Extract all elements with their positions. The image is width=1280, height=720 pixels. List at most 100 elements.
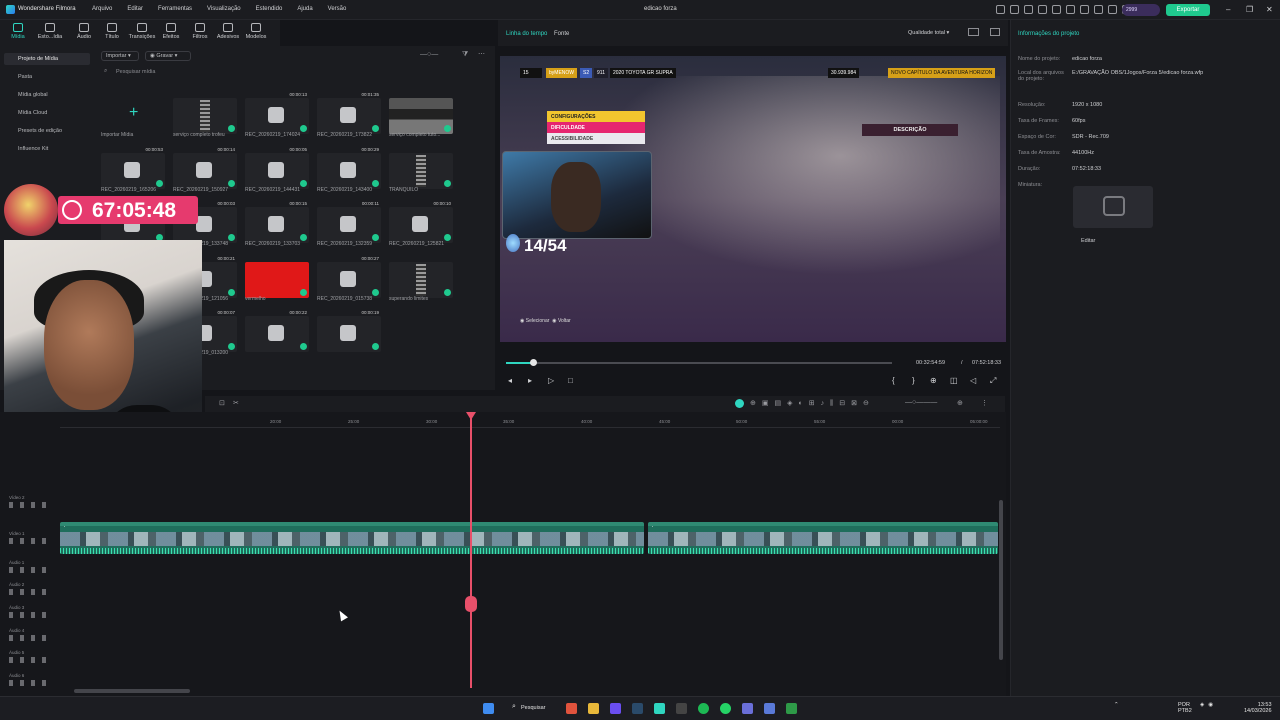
menu-item-versao[interactable]: Versão [328,6,347,12]
thumbnail-preview[interactable] [1073,186,1153,228]
playhead-scissors-icon[interactable] [465,596,477,612]
timeline-horizontal-scrollbar[interactable] [74,689,190,693]
split-icon[interactable]: ✂ [233,399,239,407]
menu-item-ajuda[interactable]: Ajuda [297,6,312,12]
import-media-tile[interactable]: + [101,98,165,134]
maximize-icon[interactable]: ❐ [1246,5,1253,14]
video-preview[interactable]: 15 byMENOW S2 911 2020 TOYOTA GR SUPRA 3… [500,56,1006,342]
track-control-icons[interactable] [9,567,49,573]
track-control-icons[interactable] [9,538,49,544]
media-tile[interactable]: 00:00:05 [245,147,309,189]
edit-thumbnail-button[interactable]: Editar [1081,238,1095,244]
tab-title[interactable]: Título [98,23,126,40]
media-tile[interactable]: 00:00:13 [245,92,309,134]
tab-filters[interactable]: Filtros [186,23,214,40]
menu-item-ferramentas[interactable]: Ferramentas [158,6,192,12]
menu-item-arquivo[interactable]: Arquivo [92,6,112,12]
snapshot-icon[interactable] [990,28,1000,36]
track-control-icons[interactable] [9,657,49,663]
media-tile[interactable] [389,153,453,189]
timeline-ruler[interactable] [60,414,1000,428]
track-control-icons[interactable] [9,612,49,618]
media-tile[interactable]: 00:00:29 [317,147,381,189]
credits-badge[interactable]: 2999 [1122,4,1160,16]
filmora-taskbar-icon[interactable] [654,703,665,714]
media-tile[interactable]: 00:01:35 [317,92,381,134]
zoom-in-icon[interactable]: ⊕ [957,399,963,407]
ai-tool-icon[interactable] [735,399,744,408]
media-tile[interactable] [245,262,309,298]
media-tile[interactable]: 00:00:53 [101,147,165,189]
tray-icons[interactable]: ◈◉ [1200,702,1217,708]
zoom-slider-icon[interactable]: —○— [420,51,438,58]
list-icon[interactable] [1094,5,1103,14]
media-search-input[interactable]: Pesquisar mídia [103,66,483,78]
more-icon[interactable]: ⋯ [478,50,485,58]
tab-templates[interactable]: Modelos [242,23,270,40]
zoom-icon[interactable]: ⊕ [930,376,937,385]
video-clip[interactable]: p1 [648,522,998,554]
discord-icon[interactable] [610,703,621,714]
tree-item-folder[interactable]: Pasta [18,74,32,80]
clock[interactable]: 13:53 14/03/2026 [1244,702,1272,714]
media-tile[interactable] [173,98,237,134]
app-icon[interactable] [764,703,775,714]
steam-icon[interactable] [632,703,643,714]
windows-start-icon[interactable] [483,703,494,714]
menu-item-visualizacao[interactable]: Visualização [207,6,241,12]
brave-icon[interactable] [566,703,577,714]
track-control-icons[interactable] [9,635,49,641]
progress-knob[interactable] [530,359,538,366]
app-icon[interactable] [742,703,753,714]
quality-dropdown[interactable]: Qualidade total ▾ [908,30,949,36]
mark-out-icon[interactable]: } [912,376,915,385]
tree-item-project-media[interactable]: Projeto de Mídia [4,53,90,65]
whatsapp-icon[interactable] [720,703,731,714]
crop-icon[interactable]: ⊡ [219,399,225,407]
tab-transitions[interactable]: Transições [128,23,156,40]
tab-audio[interactable]: Áudio [70,23,98,40]
language-indicator[interactable]: POR PTB2 [1178,702,1192,714]
upload-icon[interactable] [1080,5,1089,14]
tree-item-media-cloud[interactable]: Mídia Cloud [18,110,47,116]
grid-icon[interactable] [1052,5,1061,14]
timeline-zoom-slider[interactable]: —○——— [905,399,937,406]
app-icon[interactable] [786,703,797,714]
media-tile[interactable]: 00:00:10 [389,201,453,243]
media-tile[interactable] [389,98,453,134]
close-icon[interactable]: ✕ [1266,5,1273,14]
tree-item-influence-kit[interactable]: Influence Kit [18,146,48,152]
step-back-icon[interactable]: ▸ [528,376,532,385]
media-tile[interactable]: 00:00:22 [245,310,309,352]
tab-stickers[interactable]: Adesivos [214,23,242,40]
compare-icon[interactable] [968,28,979,36]
timeline-tool-icons[interactable]: ⊕▣▤◈◐⊞♪⫼⊟⊠⊖ [750,399,875,408]
tab-stock-media[interactable]: Esto...ídia [36,23,64,40]
spotify-icon[interactable] [698,703,709,714]
volume-icon[interactable]: ◁ [970,376,976,385]
record-dropdown[interactable]: ◉ Gravar ▾ [145,51,191,61]
tab-source-preview[interactable]: Fonte [554,31,569,37]
save-icon[interactable] [1038,5,1047,14]
timeline[interactable] [0,412,1006,696]
track-control-icons[interactable] [9,680,49,686]
headset-icon[interactable] [1108,5,1117,14]
fullscreen-icon[interactable]: ⤢ [990,376,996,386]
export-button[interactable]: Exportar [1166,4,1210,16]
track-control-icons[interactable] [9,589,49,595]
preview-progress-bar[interactable] [506,362,892,364]
play-icon[interactable]: ▷ [548,376,554,385]
tree-item-edit-presets[interactable]: Presets de edição [18,128,62,134]
media-tile[interactable]: 00:00:14 [173,147,237,189]
media-tile[interactable]: 00:00:11 [317,201,381,243]
minimize-icon[interactable]: – [1226,5,1230,14]
obs-icon[interactable] [676,703,687,714]
filter-icon[interactable]: ⧩ [462,51,468,59]
video-clip[interactable]: p1 [60,522,644,554]
tab-media[interactable]: Mídia [4,23,32,40]
tree-item-global-media[interactable]: Mídia global [18,92,48,98]
media-tile[interactable]: 00:00:15 [245,201,309,243]
menu-item-estendido[interactable]: Estendido [256,6,283,12]
tab-effects[interactable]: Efeitos [157,23,185,40]
media-tile[interactable] [389,262,453,298]
